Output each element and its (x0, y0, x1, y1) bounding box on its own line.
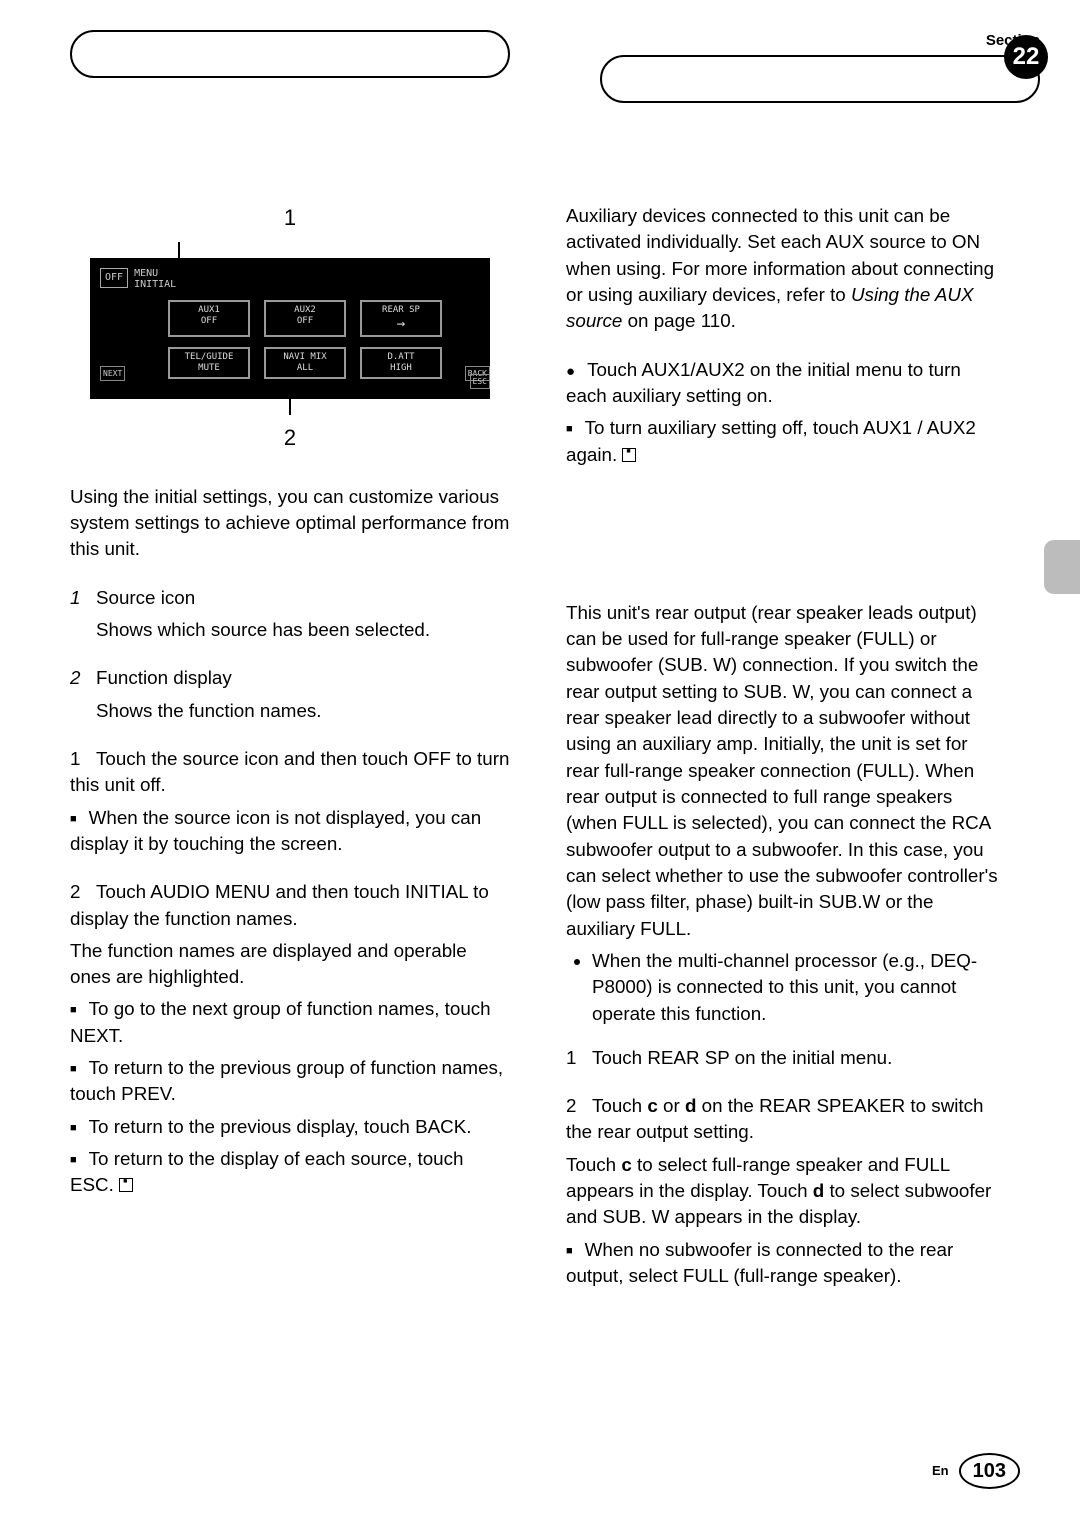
rear-intro: This unit's rear output (rear speaker le… (566, 600, 1006, 942)
end-mark-icon (622, 448, 636, 462)
language-label: En (932, 1462, 949, 1480)
step-subtext: The function names are displayed and ope… (70, 938, 510, 991)
step-1-block: 1Touch the source icon and then touch OF… (70, 746, 510, 857)
list-item: When the multi-channel processor (e.g., … (592, 948, 1006, 1027)
callout-2: 2 (90, 423, 490, 454)
bullet-item: To return to the display of each source,… (70, 1146, 510, 1199)
next-button[interactable]: NEXT (100, 366, 125, 381)
header-box-left (70, 30, 510, 78)
intro-paragraph: Using the initial settings, you can cust… (70, 484, 510, 563)
aux1-button[interactable]: AUX1OFF (168, 300, 250, 338)
bullet-item: To return to the previous group of funct… (70, 1055, 510, 1108)
legend-desc: Shows the function names. (70, 698, 510, 724)
legend-title: Function display (96, 667, 232, 688)
side-thumb-tab (1044, 540, 1080, 594)
rear-sp-button[interactable]: REAR SP (360, 300, 442, 338)
legend-num: 1 (70, 585, 96, 611)
step-note: When the source icon is not displayed, y… (70, 805, 510, 858)
end-mark-icon (119, 1178, 133, 1192)
ui-screenshot-figure: 1 OFF MENU INITIAL AUX1OFF AUX2OFF REAR … (90, 203, 490, 454)
step-text: Touch AUDIO MENU and then touch INITIAL … (70, 881, 489, 928)
rear-note: When no subwoofer is connected to the re… (566, 1237, 1006, 1290)
menu-label: MENU (134, 268, 176, 279)
bullet-item: To go to the next group of function name… (70, 996, 510, 1049)
legend-num: 2 (70, 665, 96, 691)
content-columns: 1 OFF MENU INITIAL AUX1OFF AUX2OFF REAR … (0, 103, 1080, 1311)
legend-desc: Shows which source has been selected. (70, 617, 510, 643)
pointer-line (178, 242, 180, 258)
aux-step: Touch AUX1/AUX2 on the initial menu to t… (566, 357, 1006, 410)
rear-note-list: When the multi-channel processor (e.g., … (566, 948, 1006, 1027)
device-screen: OFF MENU INITIAL AUX1OFF AUX2OFF REAR SP… (90, 258, 490, 399)
initial-label: INITIAL (134, 279, 176, 290)
callout-1: 1 (90, 203, 490, 234)
tel-guide-button[interactable]: TEL/GUIDEMUTE (168, 347, 250, 379)
step-num: 1 (70, 746, 96, 772)
bullet-item: To return to the previous display, touch… (70, 1114, 510, 1140)
aux-note: To turn auxiliary setting off, touch AUX… (566, 415, 1006, 468)
esc-button[interactable]: ESC (470, 374, 490, 389)
aux2-button[interactable]: AUX2OFF (264, 300, 346, 338)
section-number-badge: 22 (1004, 35, 1048, 79)
header-box-right: 22 (600, 55, 1040, 103)
aux-intro: Auxiliary devices connected to this unit… (566, 203, 1006, 335)
legend-title: Source icon (96, 587, 195, 608)
pointer-line (289, 399, 291, 415)
legend-item-2: 2Function display Shows the function nam… (70, 665, 510, 724)
step-text: Touch the source icon and then touch OFF… (70, 748, 509, 795)
page-number: 103 (959, 1453, 1020, 1489)
left-column: 1 OFF MENU INITIAL AUX1OFF AUX2OFF REAR … (70, 203, 510, 1311)
header-right-wrap: Section 22 (600, 30, 1040, 103)
rear-step-2: 2Touch c or d on the REAR SPEAKER to swi… (566, 1093, 1006, 1289)
step-num: 2 (70, 879, 96, 905)
legend-item-1: 1Source icon Shows which source has been… (70, 585, 510, 644)
rear-step-1: 1Touch REAR SP on the initial menu. (566, 1045, 1006, 1071)
step-2-block: 2Touch AUDIO MENU and then touch INITIAL… (70, 879, 510, 1198)
page-footer: En 103 (932, 1453, 1020, 1489)
page-header: Section 22 (0, 0, 1080, 103)
off-button[interactable]: OFF (100, 268, 128, 288)
navi-mix-button[interactable]: NAVI MIXALL (264, 347, 346, 379)
d-att-button[interactable]: D.ATTHIGH (360, 347, 442, 379)
right-column: Auxiliary devices connected to this unit… (566, 203, 1006, 1311)
